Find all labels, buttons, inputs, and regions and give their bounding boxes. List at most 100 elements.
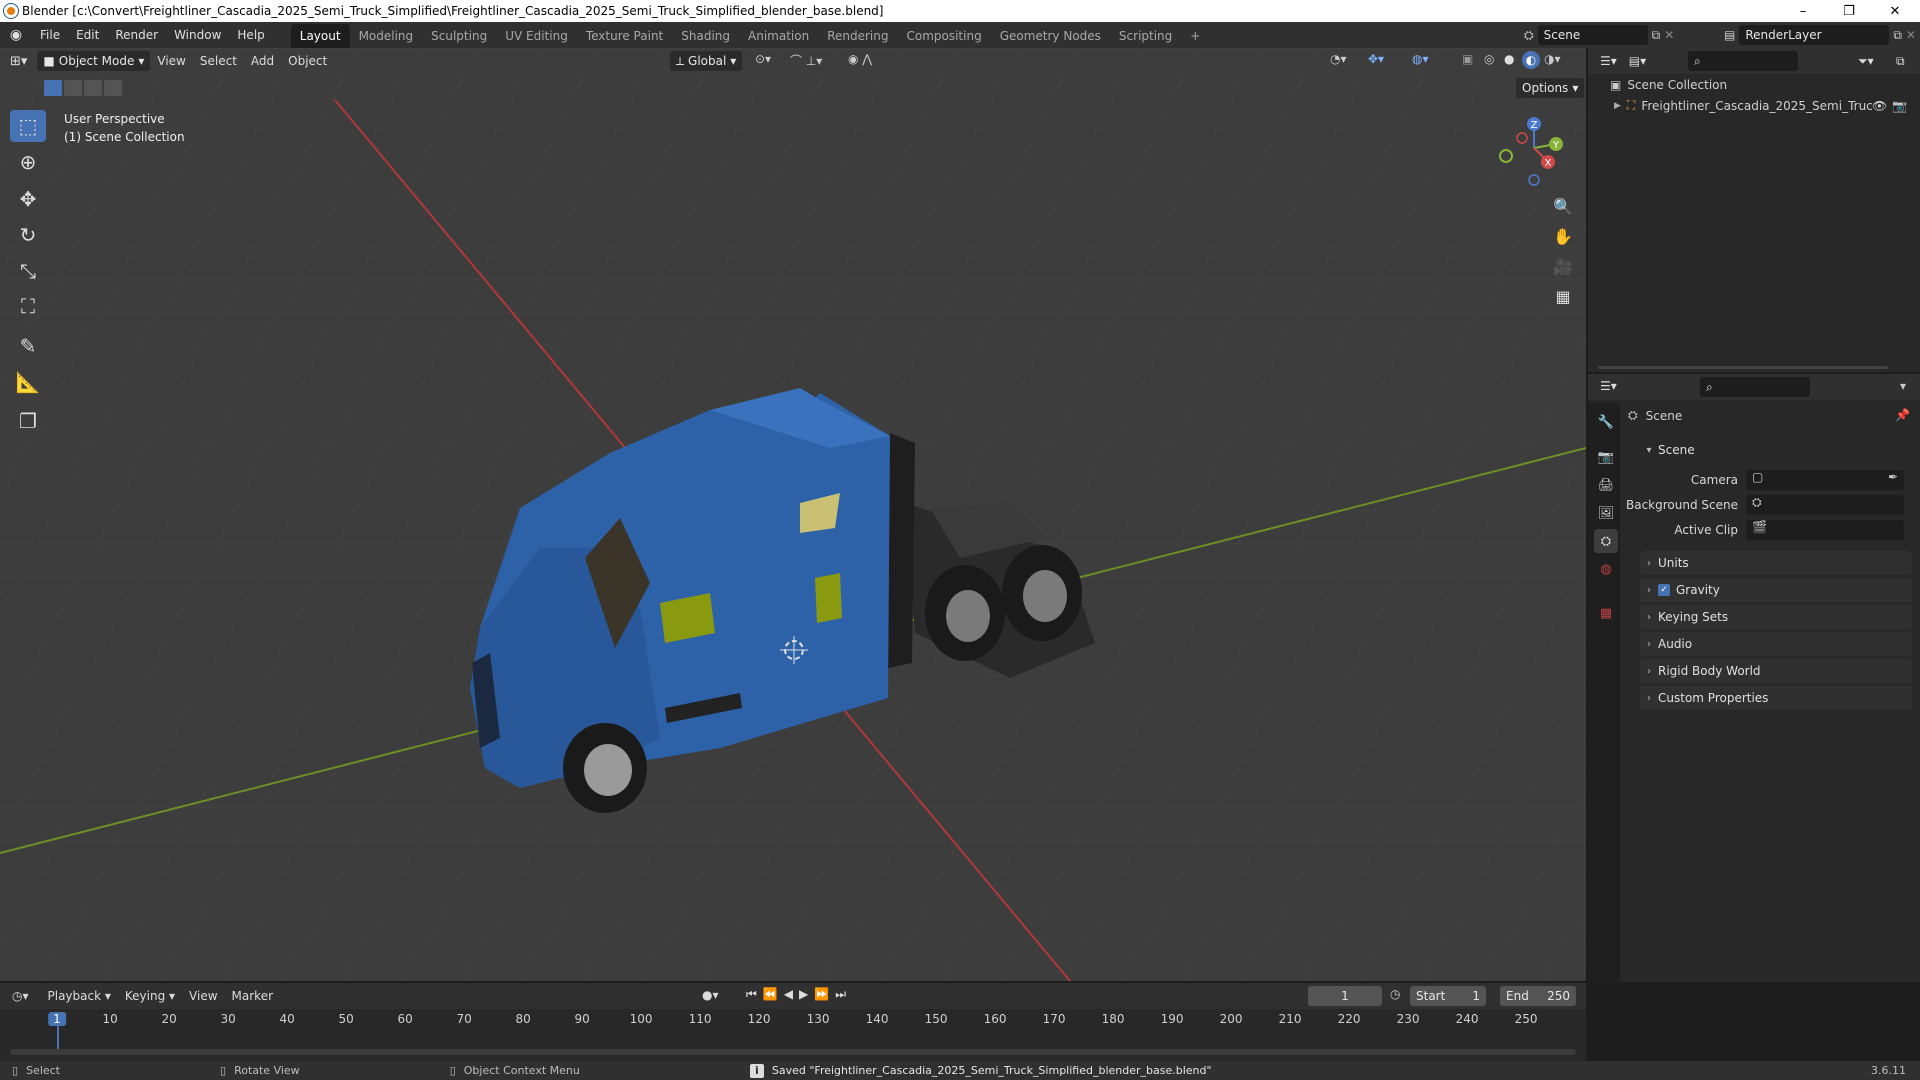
viewport-menu-add[interactable]: Add: [244, 54, 281, 68]
menu-help[interactable]: Help: [229, 22, 272, 48]
pan-hand-icon[interactable]: ✋: [1548, 222, 1578, 250]
timeline-editor-icon[interactable]: ◷▾: [12, 989, 29, 1003]
playback-menu[interactable]: Playback ▾: [41, 989, 118, 1003]
chevron-down-icon[interactable]: ▾: [1900, 379, 1906, 393]
minimize-button[interactable]: –: [1780, 0, 1826, 22]
tab-animation[interactable]: Animation: [739, 24, 818, 48]
view-layer-selector[interactable]: ▤ RenderLayer ⧉ ✕: [1724, 25, 1916, 45]
expand-arrow-icon[interactable]: ▶: [1614, 101, 1621, 111]
select-intersect-icon[interactable]: [104, 80, 122, 96]
viewport-menu-view[interactable]: View: [150, 54, 192, 68]
maximize-button[interactable]: ❐: [1826, 0, 1872, 22]
play-icon[interactable]: ▶: [799, 987, 814, 1001]
filter-icon[interactable]: ⏷▾: [1858, 54, 1874, 69]
outliner-search-input[interactable]: ⌕: [1688, 51, 1798, 71]
view-layer-field[interactable]: RenderLayer: [1739, 25, 1890, 45]
cursor-tool[interactable]: ⊕: [10, 146, 46, 178]
new-collection-icon[interactable]: ⧉: [1896, 54, 1905, 69]
tab-compositing[interactable]: Compositing: [897, 24, 990, 48]
snap-icon[interactable]: ⌒ ⊥▾: [790, 52, 822, 69]
play-reverse-icon[interactable]: ◀: [784, 987, 799, 1001]
menu-file[interactable]: File: [32, 22, 68, 48]
tab-layout[interactable]: Layout: [290, 24, 350, 48]
background-scene-field[interactable]: ⛭: [1746, 495, 1904, 515]
render-tab-icon[interactable]: 📷: [1594, 445, 1618, 469]
output-tab-icon[interactable]: 🖨: [1594, 473, 1618, 497]
scene-tab-icon[interactable]: ⛭: [1594, 529, 1618, 553]
select-box-tool[interactable]: ⬚: [10, 110, 46, 142]
tab-rendering[interactable]: Rendering: [818, 24, 897, 48]
scene-selector[interactable]: ⛭ Scene ⧉ ✕: [1524, 25, 1674, 45]
add-cube-tool[interactable]: ❐: [10, 405, 46, 437]
proportional-edit-icon[interactable]: ◉ ⋀: [848, 52, 872, 66]
prev-keyframe-icon[interactable]: ⏪: [763, 987, 784, 1001]
tab-geometry-nodes[interactable]: Geometry Nodes: [991, 24, 1110, 48]
tool-tab-icon[interactable]: 🔧: [1594, 410, 1618, 434]
rotate-tool[interactable]: ↻: [10, 219, 46, 251]
solid-shading-icon[interactable]: ●: [1504, 52, 1514, 66]
end-frame-field[interactable]: End 250: [1500, 986, 1576, 1006]
add-workspace-button[interactable]: +: [1181, 24, 1209, 48]
tab-uv-editing[interactable]: UV Editing: [496, 24, 577, 48]
preview-range-icon[interactable]: ◷: [1390, 987, 1400, 1001]
tab-sculpting[interactable]: Sculpting: [422, 24, 496, 48]
xray-icon[interactable]: ▣: [1462, 52, 1473, 66]
wireframe-shading-icon[interactable]: ◎: [1484, 52, 1494, 66]
move-tool[interactable]: ✥: [10, 183, 46, 215]
audio-panel[interactable]: › Audio: [1640, 632, 1912, 656]
overlay-toggle-icon[interactable]: ◍▾: [1412, 52, 1429, 66]
delete-view-layer-icon[interactable]: ✕: [1906, 28, 1916, 42]
editor-type-icon[interactable]: ⊞▾: [10, 54, 27, 69]
viewport-menu-object[interactable]: Object: [281, 54, 334, 68]
eye-icon[interactable]: 👁: [1872, 99, 1887, 113]
timeline-view-menu[interactable]: View: [182, 989, 224, 1003]
jump-end-icon[interactable]: ⏭: [835, 987, 852, 1001]
jump-start-icon[interactable]: ⏮: [746, 987, 763, 1001]
outliner-item[interactable]: ▶ ⛶ Freightliner_Cascadia_2025_Semi_Truc…: [1614, 98, 1914, 113]
tab-modeling[interactable]: Modeling: [350, 24, 423, 48]
scene-collection-row[interactable]: ▣ Scene Collection: [1610, 78, 1727, 92]
select-extend-icon[interactable]: [64, 80, 82, 96]
keying-menu[interactable]: Keying ▾: [118, 989, 182, 1003]
camera-field[interactable]: ▢ ✒: [1746, 470, 1904, 490]
object-mode-dropdown[interactable]: ■ Object Mode ▾: [37, 51, 151, 71]
annotate-tool[interactable]: ✎: [10, 330, 46, 362]
blender-menu-icon[interactable]: ◉: [0, 27, 32, 43]
new-view-layer-icon[interactable]: ⧉: [1893, 28, 1902, 43]
material-shading-icon[interactable]: ◐: [1522, 51, 1540, 69]
keying-sets-panel[interactable]: › Keying Sets: [1640, 605, 1912, 629]
zoom-icon[interactable]: 🔍: [1548, 192, 1578, 220]
menu-window[interactable]: Window: [166, 22, 229, 48]
viewport-menu-select[interactable]: Select: [193, 54, 244, 68]
outliner-scrollbar[interactable]: [1598, 366, 1888, 369]
ortho-grid-icon[interactable]: ▦: [1548, 282, 1578, 310]
camera-render-icon[interactable]: 📷: [1892, 99, 1907, 113]
start-frame-field[interactable]: Start 1: [1410, 986, 1486, 1006]
select-new-icon[interactable]: [44, 80, 62, 96]
visibility-icon[interactable]: ◔▾: [1330, 52, 1347, 66]
record-icon[interactable]: ●▾: [702, 988, 719, 1002]
active-clip-field[interactable]: 🎬: [1746, 520, 1904, 540]
gravity-checkbox[interactable]: ✓: [1658, 584, 1670, 596]
eyedropper-icon[interactable]: ✒: [1888, 470, 1898, 484]
world-tab-icon[interactable]: ◍: [1594, 557, 1618, 581]
options-dropdown[interactable]: Options ▾: [1516, 78, 1585, 98]
scene-panel-header[interactable]: ▾ Scene: [1640, 438, 1912, 462]
gizmo-toggle-icon[interactable]: ✥▾: [1368, 52, 1384, 66]
tab-shading[interactable]: Shading: [672, 24, 739, 48]
transform-tool[interactable]: ⛶: [10, 290, 46, 322]
outliner-editor-icon[interactable]: ☰▾: [1600, 54, 1617, 68]
marker-menu[interactable]: Marker: [225, 989, 280, 1003]
rigid-body-world-panel[interactable]: › Rigid Body World: [1640, 659, 1912, 683]
transform-orientation-dropdown[interactable]: ⟂ Global ▾: [670, 51, 743, 71]
new-scene-icon[interactable]: ⧉: [1652, 28, 1661, 43]
menu-edit[interactable]: Edit: [68, 22, 107, 48]
units-panel[interactable]: › Units: [1640, 551, 1912, 575]
tab-texture-paint[interactable]: Texture Paint: [577, 24, 672, 48]
navigation-gizmo[interactable]: Z Y X: [1490, 112, 1570, 192]
display-mode-icon[interactable]: ▤▾: [1629, 54, 1646, 68]
scene-name-field[interactable]: Scene: [1537, 25, 1648, 45]
current-frame-field[interactable]: 1: [1308, 986, 1382, 1006]
playhead-line[interactable]: [57, 1024, 59, 1052]
pivot-point-icon[interactable]: ⊙▾: [755, 52, 771, 66]
